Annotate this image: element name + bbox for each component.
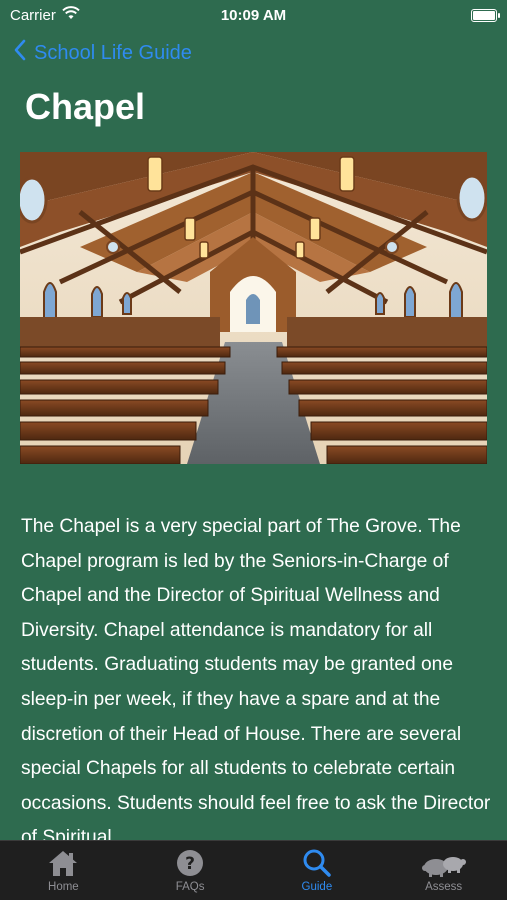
battery-icon — [471, 8, 500, 22]
page-title: Chapel — [25, 86, 146, 127]
tab-assess[interactable]: Assess — [381, 841, 507, 893]
tab-home[interactable]: Home — [0, 841, 126, 893]
tab-label-assess: Assess — [425, 881, 463, 893]
tab-faqs[interactable]: ? FAQs — [127, 841, 253, 893]
home-icon — [49, 851, 78, 876]
back-button[interactable]: School Life Guide — [14, 38, 192, 68]
status-left: Carrier — [10, 6, 80, 24]
question-icon: ? — [177, 850, 204, 876]
tab-label-home: Home — [48, 881, 79, 893]
chapel-description: The Chapel is a very special part of The… — [21, 516, 491, 840]
status-bar: Carrier 10:09 AM — [0, 0, 507, 30]
chevron-left-icon — [14, 39, 26, 67]
tab-label-guide: Guide — [301, 881, 333, 893]
carrier-label: Carrier — [10, 6, 56, 24]
turtles-icon — [421, 857, 466, 877]
tab-label-faqs: FAQs — [175, 881, 205, 893]
tab-bar: Home ? FAQs Guide Assess — [0, 840, 507, 900]
svg-text:?: ? — [185, 854, 195, 874]
search-icon — [303, 849, 331, 877]
chapel-interior-image — [20, 152, 487, 464]
wifi-icon — [62, 6, 80, 24]
tab-guide[interactable]: Guide — [254, 841, 380, 893]
back-label: School Life Guide — [34, 41, 192, 64]
